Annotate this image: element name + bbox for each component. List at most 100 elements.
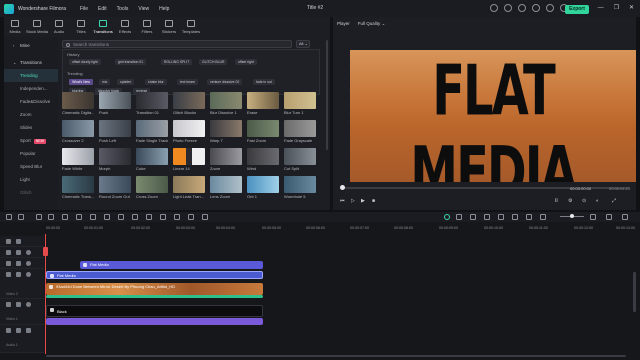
snap-icon[interactable] [526, 214, 532, 220]
gift-icon[interactable] [532, 4, 540, 12]
speaker-icon[interactable] [26, 328, 31, 333]
sidebar-item-independent[interactable]: Independen... [4, 82, 58, 95]
tab-stickers[interactable]: Stickers [158, 17, 180, 37]
text-tool-icon[interactable] [104, 214, 110, 220]
menu-edit[interactable]: Edit [98, 6, 107, 12]
video-clip[interactable]: 93ad44d Dune Between Mirror Desert By Ph… [46, 283, 263, 295]
sidebar-item-fade-dissolve[interactable]: Fade&Dissolve [4, 95, 58, 108]
grid-scrollbar[interactable] [326, 40, 328, 150]
play-full-icon[interactable]: ▶ [361, 198, 365, 204]
trending-chip[interactable]: What's New [69, 79, 93, 85]
image-icon[interactable] [512, 214, 518, 220]
transition-item[interactable]: Photo Freeze [173, 120, 205, 143]
sidebar-item-zoom[interactable]: Zoom [4, 108, 58, 121]
tab-effects[interactable]: Effects [114, 17, 136, 37]
render-icon[interactable] [444, 214, 450, 220]
transition-item[interactable]: Push Left [99, 120, 131, 143]
transition-item[interactable]: Light Leak Tran... [173, 176, 205, 199]
lock-icon[interactable] [16, 250, 21, 255]
transition-item[interactable]: Fade Single Track [136, 120, 168, 143]
transition-item[interactable]: Fade Grayscale [284, 120, 316, 143]
audio-tool-icon[interactable] [160, 214, 166, 220]
more-tools-icon[interactable] [202, 214, 208, 220]
delete-icon[interactable] [62, 214, 68, 220]
export-button[interactable]: Export [565, 5, 589, 14]
tab-titles[interactable]: Titles [70, 17, 92, 37]
trending-chip[interactable]: shake blur [145, 79, 167, 85]
sidebar-item-popular[interactable]: Popular [4, 147, 58, 160]
timeline-horizontal-scrollbar[interactable] [46, 355, 626, 357]
transition-item[interactable]: Crossover 2 [62, 120, 94, 143]
transition-item[interactable]: Push [99, 92, 131, 115]
close-icon[interactable]: ✕ [629, 5, 634, 12]
redo-icon[interactable] [48, 214, 54, 220]
layout-icon[interactable] [6, 214, 12, 220]
marker-icon[interactable] [470, 214, 476, 220]
transition-item[interactable]: Linear 14 [173, 148, 205, 171]
transition-item[interactable]: Blur Turn 1 [284, 92, 316, 115]
eye-icon[interactable] [26, 302, 31, 307]
headset-icon[interactable] [546, 4, 554, 12]
minimize-icon[interactable]: — [598, 5, 604, 12]
lock-icon[interactable] [16, 272, 21, 277]
quality-dropdown[interactable]: Full Quality ⌄ [358, 21, 386, 27]
sidebar-item-sport[interactable]: Sport NEW [4, 134, 58, 147]
sun-icon[interactable] [504, 4, 512, 12]
transition-item[interactable]: Wind [247, 148, 279, 171]
speed-icon[interactable] [118, 214, 124, 220]
trending-chip[interactable]: fade in out [253, 79, 275, 85]
lock-icon[interactable] [16, 328, 21, 333]
fx-icon[interactable] [188, 214, 194, 220]
sidebar-item-slides[interactable]: Slides [4, 121, 58, 134]
filter-dropdown[interactable]: All ⌄ [296, 40, 310, 48]
history-chip[interactable]: offset dizzily light [69, 59, 101, 65]
transition-item[interactable]: Cube [136, 148, 168, 171]
transition-item[interactable]: Fast Zoom [247, 120, 279, 143]
mic-icon[interactable] [484, 214, 490, 220]
crop-icon[interactable] [90, 214, 96, 220]
history-chip[interactable]: grid transition 01 [115, 59, 147, 65]
stop-icon[interactable]: ■ [372, 198, 375, 204]
menu-view[interactable]: View [138, 6, 149, 12]
transition-item[interactable]: Cinematic Trans... [62, 176, 94, 199]
eye-icon[interactable] [26, 272, 31, 277]
add-track-icon[interactable] [6, 239, 11, 244]
title-clip[interactable]: Flat Media [80, 261, 263, 269]
transition-item[interactable]: Glitch Blocks [173, 92, 205, 115]
transition-item[interactable]: Zoom [210, 148, 242, 171]
sidebar-item-light[interactable]: Light [4, 173, 58, 186]
playhead-handle[interactable] [43, 247, 48, 256]
voiceover-icon[interactable] [498, 214, 504, 220]
transition-item[interactable]: Fade White [62, 148, 94, 171]
screenshot-icon[interactable]: ⊙ [582, 198, 586, 204]
transition-item[interactable]: Wormhole 5 [284, 176, 316, 199]
history-chip[interactable]: ROLLING SPLIT [161, 59, 193, 65]
sidebar-item-speed-blur[interactable]: Speed Blur [4, 160, 58, 173]
sidebar-item-trending[interactable]: Trending [4, 69, 58, 82]
zoom-in-icon[interactable] [590, 214, 596, 220]
shield-icon[interactable] [456, 214, 462, 220]
black-clip[interactable]: Black [46, 305, 263, 317]
snapshot-icon[interactable]: ⌷ [555, 198, 558, 204]
sidebar-item-transitions[interactable]: ⌄ Transitions [4, 56, 58, 69]
timeline-ruler[interactable]: 00:00:00 00:00:01:00 00:00:02:00 00:00:0… [44, 224, 640, 234]
transition-item[interactable]: Erase [247, 92, 279, 115]
fullscreen-icon[interactable]: ⤢ [612, 198, 616, 204]
volume-icon[interactable]: ◐ [596, 198, 599, 204]
trending-chip[interactable]: venture dissolve 02 [207, 79, 243, 85]
tab-templates[interactable]: Templates [180, 17, 202, 37]
menu-help[interactable]: Help [159, 6, 169, 12]
tab-transitions[interactable]: Transitions [92, 17, 114, 37]
sidebar-item-mine[interactable]: › Mine [4, 39, 58, 52]
cut-icon[interactable] [76, 214, 82, 220]
eye-icon[interactable] [26, 261, 31, 266]
eye-icon[interactable] [26, 250, 31, 255]
trending-chip[interactable]: splatter [117, 79, 135, 85]
tab-audio[interactable]: Audio [48, 17, 70, 37]
transition-item[interactable]: Transition 01 [136, 92, 168, 115]
cursor-icon[interactable] [18, 214, 24, 220]
user-icon[interactable] [490, 4, 498, 12]
menu-file[interactable]: File [80, 6, 88, 12]
transition-item[interactable]: Morph [99, 148, 131, 171]
mask-icon[interactable] [174, 214, 180, 220]
